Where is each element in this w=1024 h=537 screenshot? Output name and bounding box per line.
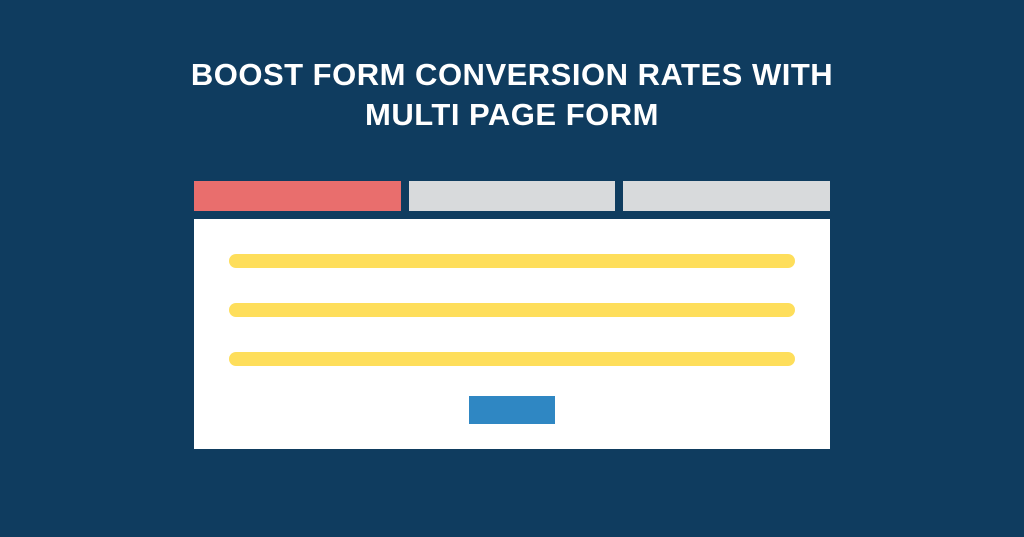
progress-steps	[194, 181, 830, 211]
page-title: BOOST FORM CONVERSION RATES WITH MULTI P…	[191, 55, 833, 136]
form-field-1[interactable]	[229, 254, 795, 268]
title-line-2: MULTI PAGE FORM	[365, 97, 659, 132]
title-line-1: BOOST FORM CONVERSION RATES WITH	[191, 57, 833, 92]
step-2[interactable]	[409, 181, 616, 211]
form-field-3[interactable]	[229, 352, 795, 366]
form-field-2[interactable]	[229, 303, 795, 317]
step-3[interactable]	[623, 181, 830, 211]
form-card	[194, 219, 830, 449]
step-1[interactable]	[194, 181, 401, 211]
submit-button[interactable]	[469, 396, 555, 424]
